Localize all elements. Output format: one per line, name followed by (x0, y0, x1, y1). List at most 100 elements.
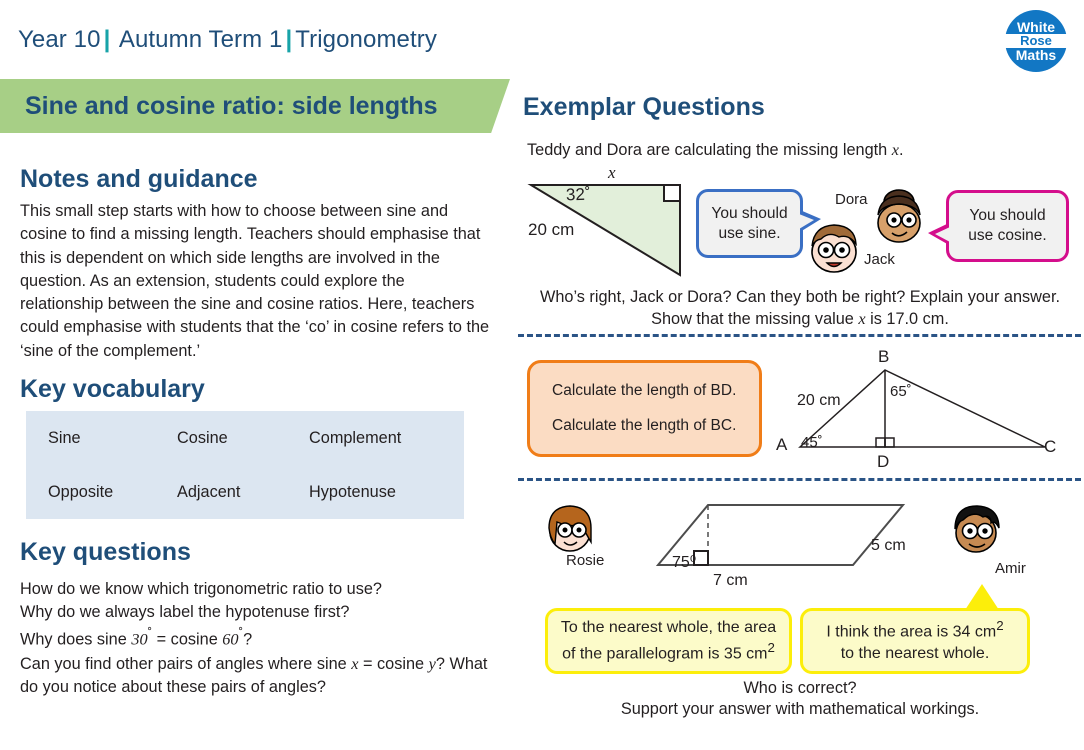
key-question-1: How do we know which trigonometric ratio… (20, 580, 382, 598)
vocab-term: Sine (48, 428, 81, 447)
key-vocabulary-box: Sine Cosine Complement Opposite Adjacent… (26, 411, 464, 519)
bubble-rosie-line1: To the nearest whole, the area (560, 619, 777, 637)
kq3-suffix: ? (243, 630, 253, 649)
speech-bubble-use-cosine: You should use cosine. (928, 190, 1069, 262)
breadcrumb-separator-1: | (103, 26, 111, 53)
angle-label-dbc: 65˚ (890, 383, 912, 400)
avatar-label-rosie: Rosie (566, 552, 605, 569)
avatar-rosie (548, 505, 592, 552)
bubble-cosine-line2: use cosine. (968, 227, 1047, 244)
key-question-2: Why do we always label the hypotenuse fi… (20, 603, 350, 622)
q1-outro-line2: Show that the missing value x is 17.0 cm… (515, 308, 1084, 330)
vocab-term: Cosine (177, 428, 228, 447)
right-angle-marker-icon (663, 184, 681, 202)
bubble-sine-line2: use sine. (718, 224, 781, 242)
parallelogram-base-label: 7 cm (713, 572, 748, 589)
question1-intro: Teddy and Dora are calculating the missi… (527, 140, 904, 160)
vertex-label-d: D (877, 452, 890, 471)
right-angle-marker-icon (875, 437, 886, 448)
eye-left (823, 247, 829, 253)
vocab-term: Opposite (48, 482, 114, 501)
key-questions-heading: Key questions (20, 538, 191, 566)
bubble-sine-line1: You should (711, 204, 788, 222)
vertex-label-c: C (1044, 437, 1057, 456)
speech-bubble-amir: I think the area is 34 cm2 to the neares… (800, 584, 1030, 674)
right-angle-marker-icon (884, 437, 895, 448)
bubble-rosie-line2: of the parallelogram is 35 cm2 (562, 639, 775, 665)
lesson-title: Sine and cosine ratio: side lengths (25, 91, 438, 120)
exemplar-questions-heading: Exemplar Questions (523, 93, 765, 121)
speech-bubble-rosie: To the nearest whole, the area of the pa… (545, 608, 792, 674)
instruction-box-calculate: Calculate the length of BD. Calculate th… (527, 360, 762, 457)
bubble-tail-inner (935, 227, 950, 242)
eye-right (906, 217, 912, 223)
key-questions-body: How do we know which trigonometric ratio… (20, 578, 490, 699)
bubble-tail (965, 584, 999, 610)
triangle-top-label: x (608, 163, 616, 182)
vertex-label-b: B (878, 347, 890, 366)
avatar-jack (811, 224, 857, 273)
parallelogram-angle-label: 75⁰ (672, 554, 697, 571)
parallelogram-side-label: 5 cm (871, 537, 906, 554)
logo-line-white: White (1016, 19, 1056, 36)
bubble-amir-superscript: 2 (996, 618, 1004, 634)
key-vocabulary-heading: Key vocabulary (20, 375, 205, 403)
angle-label-a: 45˚ (801, 434, 823, 451)
vocab-term: Complement (309, 428, 402, 447)
breadcrumb: Year 10 | Autumn Term 1 | Trigonometry (18, 26, 437, 54)
eye-right (839, 247, 845, 253)
q3-outro-line1: Who is correct? (743, 679, 857, 697)
bubble-amir-line1: I think the area is 34 cm2 (826, 617, 1003, 643)
kq3-mid: = cosine (152, 630, 223, 649)
bubble-amir-line1-text: I think the area is 34 cm (826, 623, 997, 641)
breadcrumb-term: Autumn Term 1 (118, 26, 283, 53)
q1-outro-line1: Who’s right, Jack or Dora? Can they both… (539, 288, 1061, 306)
triangle-angle-label: 32˚ (565, 184, 591, 205)
kq3-value-b: 60 (222, 629, 239, 649)
eye-left (891, 217, 897, 223)
calc-instruction-2: Calculate the length of BC. (552, 417, 737, 434)
q1-outro-before: Show that the missing value (651, 310, 859, 329)
vertex-label-a: A (776, 435, 788, 454)
bubble-cosine-line1: You should (969, 207, 1046, 225)
notes-and-guidance-body: This small step starts with how to choos… (20, 202, 490, 360)
vocab-term: Hypotenuse (309, 482, 396, 501)
white-rose-maths-logo: White Rose Maths (1005, 10, 1067, 72)
q1-intro-variable: x (891, 140, 899, 159)
logo-line-rose: Rose (1005, 34, 1067, 48)
eye-left (562, 527, 568, 533)
bubble-rosie-superscript: 2 (767, 639, 775, 655)
kq4-mid: = cosine (358, 654, 429, 673)
question1-outro: Who’s right, Jack or Dora? Can they both… (515, 287, 1084, 330)
avatar-dora (877, 189, 921, 243)
worksheet-page: Year 10 | Autumn Term 1 | Trigonometry Whit… (0, 0, 1084, 750)
notes-and-guidance-heading: Notes and guidance (20, 165, 258, 193)
q1-outro-after: is 17.0 cm. (865, 310, 949, 329)
eye-left (967, 528, 973, 534)
section-divider-1 (518, 334, 1081, 337)
q1-intro-after: . (898, 141, 904, 159)
bubble-amir-line2: to the nearest whole. (840, 645, 990, 663)
q3-outro-line2: Support your answer with mathematical wo… (620, 700, 980, 719)
q1-outro-variable: x (858, 309, 866, 329)
side-label-ab: 20 cm (797, 392, 841, 409)
key-question-4: Can you find other pairs of angles where… (20, 652, 490, 699)
bubble-rosie-line2-text: of the parallelogram is 35 cm (562, 645, 768, 663)
kq3-value-a: 30 (131, 629, 148, 649)
kq4-var-y: y (428, 653, 436, 673)
logo-line-maths: Maths (1015, 46, 1057, 63)
speech-bubble-use-sine: You should use sine. (696, 189, 821, 258)
avatar-label-jack: Jack (864, 251, 895, 268)
avatar-amir (954, 505, 1000, 553)
calc-instruction-1: Calculate the length of BD. (552, 382, 737, 399)
kq4-prefix: Can you find other pairs of angles where… (20, 654, 352, 673)
eye-right (982, 528, 988, 534)
breadcrumb-separator-2: | (285, 26, 293, 53)
breadcrumb-topic: Trigonometry (295, 26, 437, 53)
triangle-side-label: 20 cm (528, 220, 575, 239)
q1-intro-before: Teddy and Dora are calculating the missi… (527, 141, 892, 159)
avatar-label-dora: Dora (835, 191, 868, 208)
vocab-term: Adjacent (177, 482, 241, 501)
breadcrumb-year: Year 10 (18, 26, 101, 53)
key-question-3: Why does sine 30˚ = cosine 60˚? (20, 626, 253, 649)
